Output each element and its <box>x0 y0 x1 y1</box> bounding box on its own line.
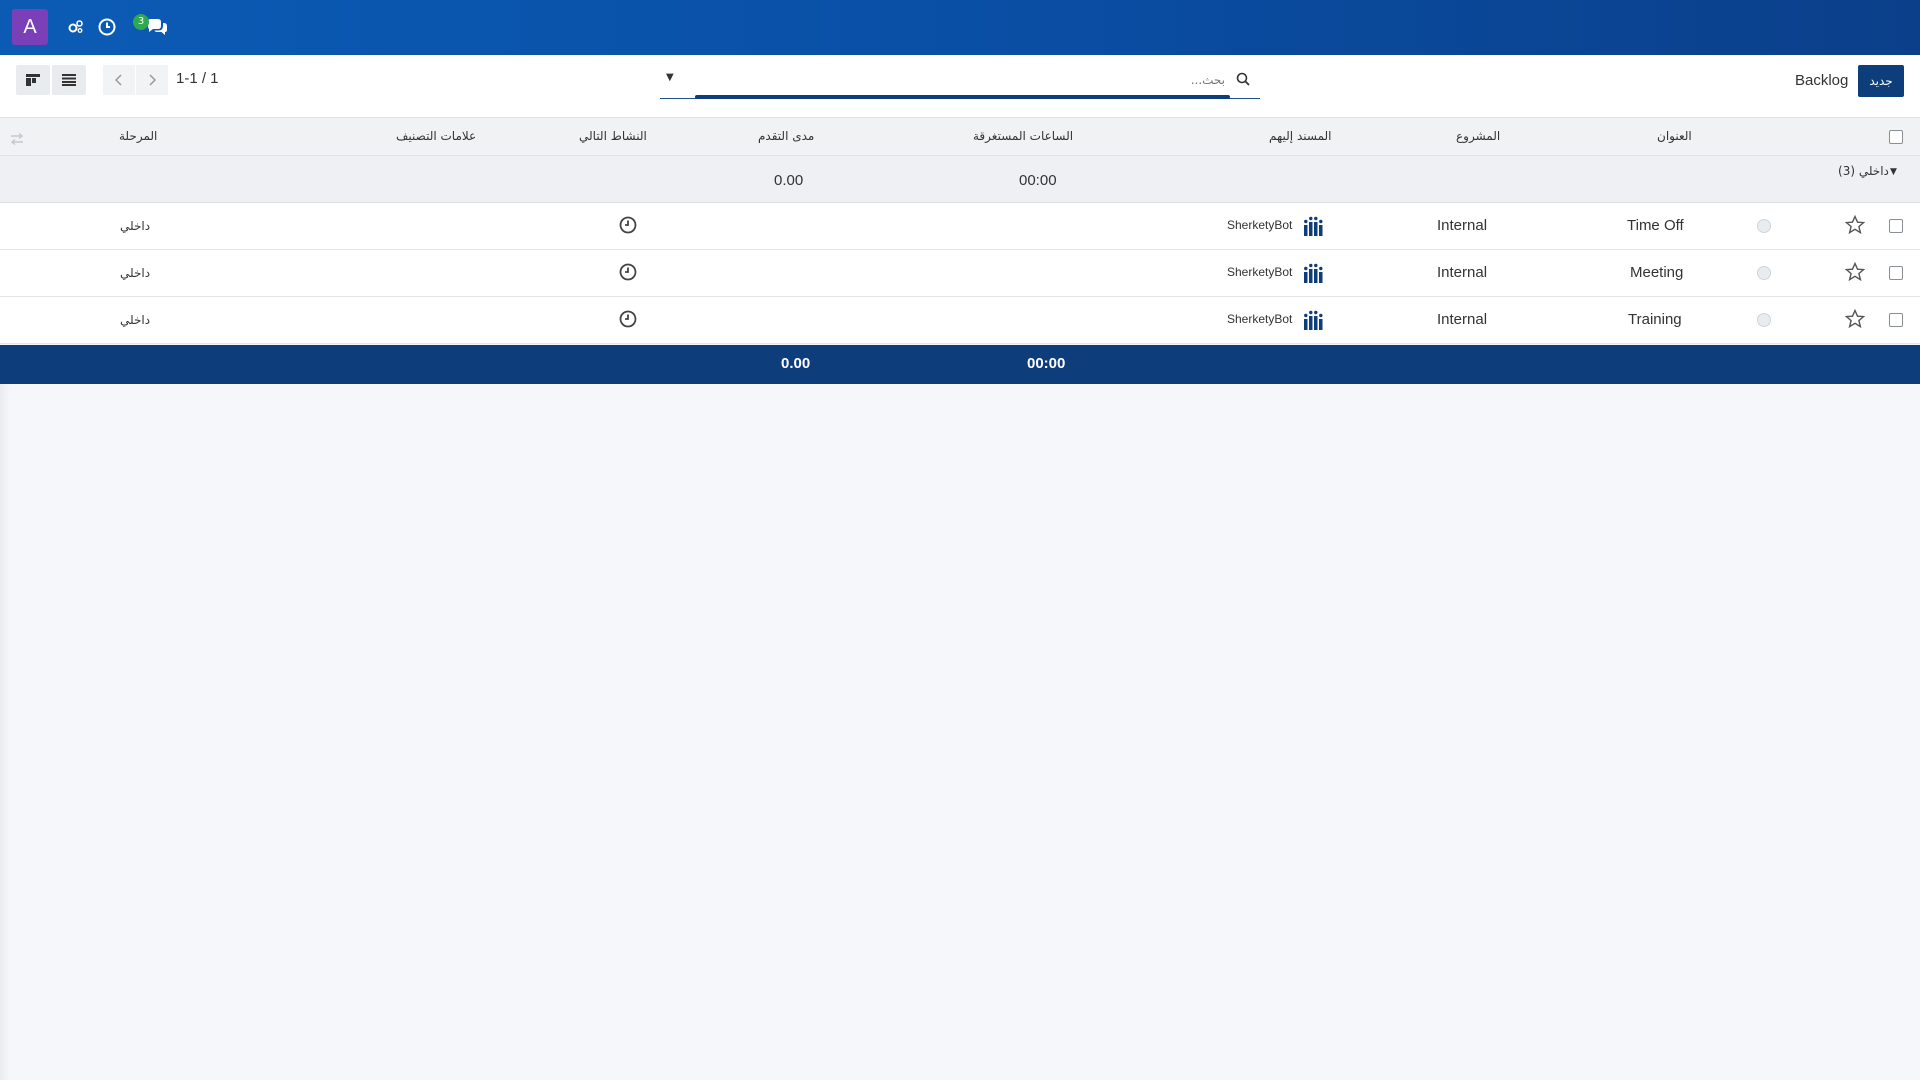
priority-indicator[interactable] <box>1757 266 1771 280</box>
chevron-left-icon <box>114 71 123 90</box>
column-tags[interactable]: علامات التصنيف <box>396 129 476 143</box>
group-progress: 0.00 <box>774 172 804 189</box>
column-project[interactable]: المشروع <box>1456 129 1500 143</box>
chevron-right-icon <box>148 71 157 90</box>
table-row[interactable]: Time Off Internal SherketyBot داخلي <box>0 203 1920 250</box>
group-hours: 00:00 <box>1019 172 1057 189</box>
clock-icon[interactable] <box>95 15 119 39</box>
chat-badge: 3 <box>133 14 149 30</box>
pager-next-button[interactable] <box>136 65 168 95</box>
row-stage: داخلي <box>120 313 151 327</box>
row-project: Internal <box>1437 311 1488 328</box>
bot-avatar-icon <box>1303 216 1323 236</box>
select-all-checkbox[interactable] <box>1889 130 1903 144</box>
kanban-view-button[interactable] <box>16 65 50 95</box>
priority-indicator[interactable] <box>1757 313 1771 327</box>
search-options-toggle[interactable]: ▼ <box>666 72 674 83</box>
list-view-button[interactable] <box>52 65 86 95</box>
new-button[interactable]: جديد <box>1858 65 1904 97</box>
search-icon[interactable] <box>1236 71 1252 87</box>
clock-icon[interactable] <box>619 216 637 234</box>
search-bar: ▼ <box>660 63 1260 99</box>
row-stage: داخلي <box>120 219 151 233</box>
gears-icon[interactable] <box>64 15 88 39</box>
top-navbar: A 3 <box>0 0 1920 55</box>
total-progress: 0.00 <box>781 355 811 372</box>
row-assignee: SherketyBot <box>1227 218 1293 232</box>
star-icon[interactable] <box>1844 261 1866 282</box>
list-icon <box>62 71 76 90</box>
caret-down-icon: ▼ <box>666 72 674 83</box>
row-project: Internal <box>1437 264 1488 281</box>
column-assignee[interactable]: المسند إليهم <box>1269 129 1332 143</box>
column-settings-icon[interactable] <box>10 130 24 149</box>
control-panel: 1-1 / 1 ▼ Backlog جديد <box>0 55 1920 117</box>
search-input[interactable] <box>695 69 1225 91</box>
left-edge-shadow <box>0 384 10 1080</box>
row-assignee: SherketyBot <box>1227 265 1293 279</box>
table-row[interactable]: Meeting Internal SherketyBot داخلي <box>0 250 1920 297</box>
star-icon[interactable] <box>1844 308 1866 329</box>
clock-icon[interactable] <box>619 263 637 281</box>
column-progress[interactable]: مدى التقدم <box>758 129 814 143</box>
priority-indicator[interactable] <box>1757 219 1771 233</box>
column-title[interactable]: العنوان <box>1657 129 1692 143</box>
clock-icon[interactable] <box>619 310 637 328</box>
row-checkbox[interactable] <box>1889 219 1903 233</box>
column-hours-spent[interactable]: الساعات المستغرقة <box>973 129 1073 143</box>
row-stage: داخلي <box>120 266 151 280</box>
caret-down-icon: ▼ <box>1890 167 1897 177</box>
user-avatar[interactable]: A <box>12 9 48 45</box>
row-project: Internal <box>1437 217 1488 234</box>
bot-avatar-icon <box>1303 310 1323 330</box>
pager-previous-button[interactable] <box>103 65 135 95</box>
bot-avatar-icon <box>1303 263 1323 283</box>
column-next-activity[interactable]: النشاط التالي <box>579 129 647 143</box>
row-checkbox[interactable] <box>1889 313 1903 327</box>
group-row[interactable]: ▼ داخلي (3) 00:00 0.00 <box>0 156 1920 203</box>
table-header: العنوان المشروع المسند إليهم الساعات الم… <box>0 117 1920 156</box>
pager-value[interactable]: 1-1 / 1 <box>176 70 219 87</box>
row-checkbox[interactable] <box>1889 266 1903 280</box>
star-icon[interactable] <box>1844 214 1866 235</box>
table-row[interactable]: Training Internal SherketyBot داخلي <box>0 297 1920 344</box>
row-title: Time Off <box>1627 217 1684 234</box>
row-title: Meeting <box>1630 264 1684 281</box>
row-assignee: SherketyBot <box>1227 312 1293 326</box>
group-label: داخلي (3) <box>1838 164 1889 178</box>
column-stage[interactable]: المرحلة <box>119 129 157 143</box>
search-focus-underline <box>695 95 1230 99</box>
kanban-icon <box>26 71 40 90</box>
table-footer-totals: 00:00 0.00 <box>0 345 1920 384</box>
row-title: Training <box>1628 311 1682 328</box>
total-hours: 00:00 <box>1027 355 1066 372</box>
breadcrumb: Backlog <box>1795 72 1849 89</box>
